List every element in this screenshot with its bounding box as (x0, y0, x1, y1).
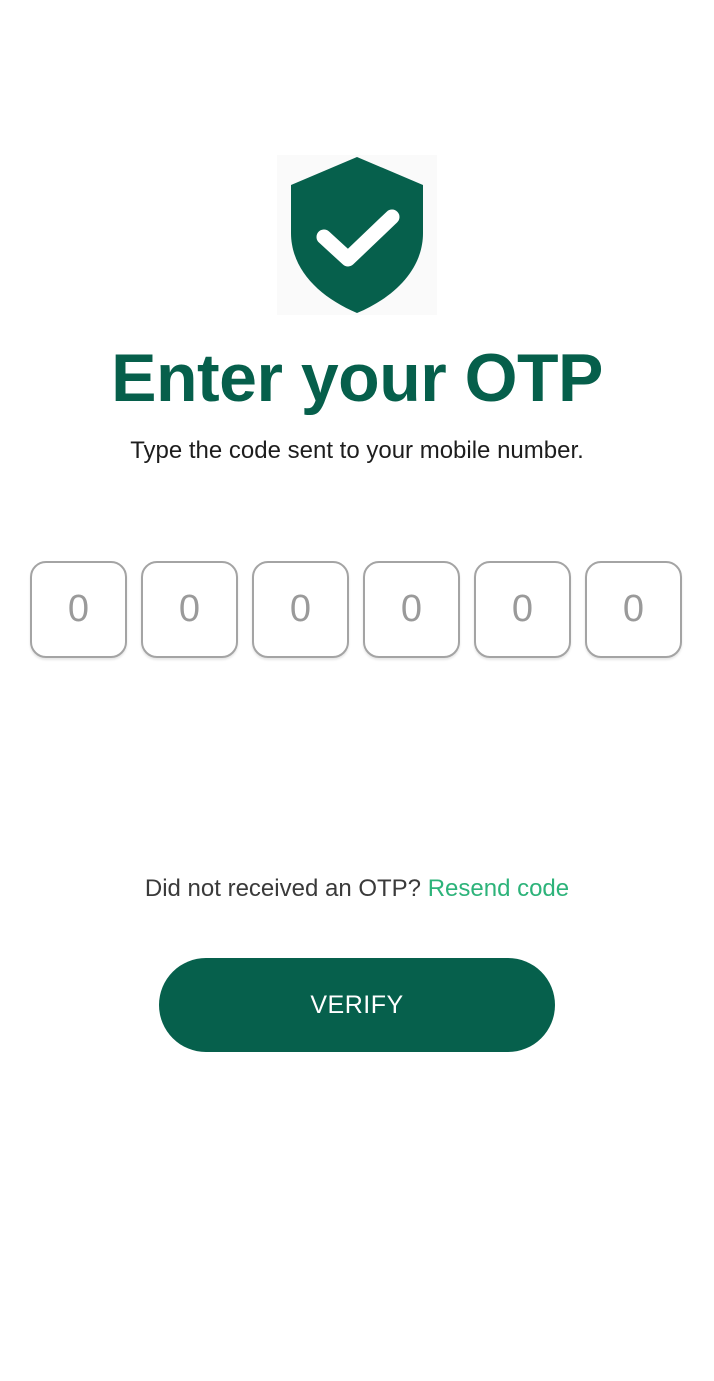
otp-digit-5[interactable] (474, 561, 571, 658)
resend-code-link[interactable]: Resend code (428, 875, 569, 902)
page-title: Enter your OTP (111, 340, 603, 416)
otp-digit-1[interactable] (30, 561, 127, 658)
otp-digit-4[interactable] (363, 561, 460, 658)
otp-input-group (30, 561, 684, 659)
otp-digit-2[interactable] (141, 561, 238, 658)
shield-check-icon (277, 155, 437, 315)
resend-row: Did not received an OTP? Resend code (0, 874, 714, 904)
page-subtitle: Type the code sent to your mobile number… (130, 437, 584, 464)
shield-check-icon-graphic (291, 157, 423, 313)
otp-digit-3[interactable] (252, 561, 349, 658)
otp-digit-6[interactable] (585, 561, 682, 658)
verify-button[interactable]: VERIFY (159, 958, 555, 1052)
resend-prompt: Did not received an OTP? (144, 875, 428, 902)
